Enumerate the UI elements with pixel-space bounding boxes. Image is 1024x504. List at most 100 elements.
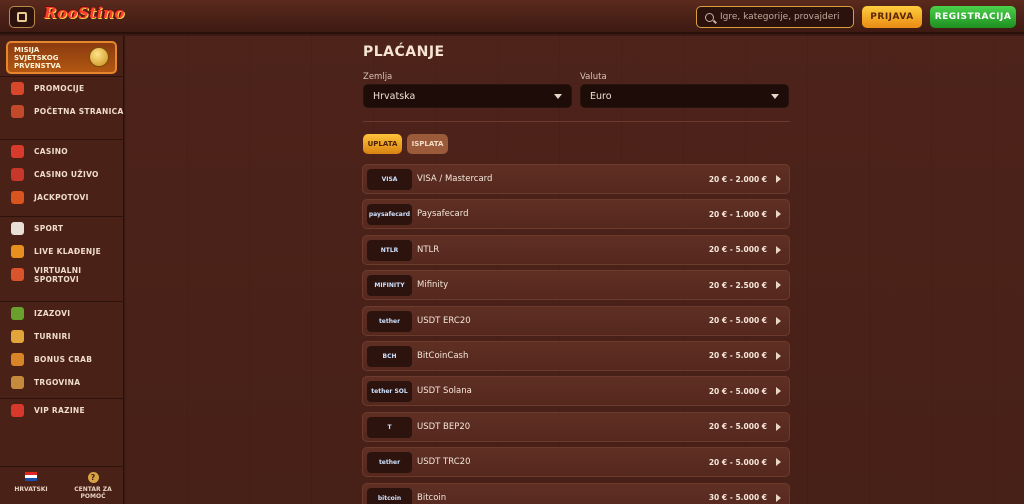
payment-method-name: USDT TRC20 <box>417 457 471 468</box>
sidebar-item[interactable]: LIVE KLAĐENJE <box>0 240 124 263</box>
payment-method-list: VISA VISA / Mastercard 20 € - 2.000 € paysa… <box>362 164 790 504</box>
sidebar-group: PROMOCIJE POČETNA STRANICA <box>0 76 124 123</box>
sidebar-item-icon <box>11 376 24 389</box>
medal-icon <box>89 47 109 67</box>
tab-deposit[interactable]: UPLATA <box>363 134 402 154</box>
sidebar-item[interactable]: TURNIRI <box>0 325 124 348</box>
payment-logo: BCH <box>367 345 412 367</box>
sidebar-item[interactable]: POČETNA STRANICA <box>0 100 124 123</box>
sidebar-item-icon <box>11 222 24 235</box>
payment-limit-range: 20 € - 5.000 € <box>708 245 767 255</box>
payment-limit-range: 20 € - 5.000 € <box>708 457 767 467</box>
payment-logo: T <box>367 416 412 438</box>
payment-method-row[interactable]: BCH BitCoinCash 20 € - 5.000 € <box>362 340 790 371</box>
payment-method-row[interactable]: bitcoin Bitcoin 30 € - 5.000 € <box>362 482 790 504</box>
payment-method-row[interactable]: MIFINITY Mifinity 20 € - 2.500 € <box>362 270 790 301</box>
chevron-right-icon <box>776 422 781 431</box>
payment-method-row[interactable]: NTLR NTLR 20 € - 5.000 € <box>362 234 790 265</box>
sidebar-item[interactable]: SPORT <box>0 217 124 240</box>
menu-toggle-button[interactable] <box>9 6 35 28</box>
sidebar-item-label: VIRTUALNI SPORTOVI <box>34 265 82 284</box>
mission-banner[interactable]: MISIJA SVJETSKOG PRVENSTVA <box>6 41 117 74</box>
payment-method-row[interactable]: tether USDT TRC20 20 € - 5.000 € <box>362 447 790 478</box>
payment-logo: tether <box>367 452 412 474</box>
sidebar-item-icon <box>11 105 24 118</box>
sidebar-item-label: TRGOVINA <box>34 378 81 387</box>
sidebar-item-label: TURNIRI <box>34 332 71 341</box>
sidebar-item[interactable]: CASINO UŽIVO <box>0 163 124 186</box>
sidebar-group: SPORT LIVE KLAĐENJE VIRTUALNI SPORTOVI <box>0 216 124 286</box>
payment-logo: tether SOL <box>367 381 412 403</box>
chevron-right-icon <box>776 387 781 396</box>
payment-method-name: USDT Solana <box>417 386 472 397</box>
sidebar: MISIJA SVJETSKOG PRVENSTVA PROMOCIJE POČE… <box>0 36 124 504</box>
payment-logo: tether <box>367 310 412 332</box>
search-icon <box>705 12 714 22</box>
sidebar-item[interactable]: VIRTUALNI SPORTOVI <box>0 263 124 286</box>
sidebar-item-label: SPORT <box>34 224 64 233</box>
search-box[interactable] <box>696 6 854 28</box>
sidebar-item-label: CASINO UŽIVO <box>34 170 99 179</box>
sidebar-item-label: PROMOCIJE <box>34 84 85 93</box>
sidebar-item-icon <box>11 245 24 258</box>
sidebar-item-icon <box>11 404 24 417</box>
chevron-right-icon <box>776 458 781 467</box>
payment-logo: VISA <box>367 169 412 190</box>
payment-method-name: VISA / Mastercard <box>417 174 493 184</box>
currency-label: Valuta <box>580 72 607 82</box>
sidebar-item-icon <box>11 268 24 281</box>
sidebar-footer: HRVATSKI ? CENTAR ZA POMOĆ <box>0 466 124 504</box>
login-button[interactable]: PRIJAVA <box>862 6 922 28</box>
language-selector[interactable]: HRVATSKI <box>0 467 62 504</box>
payment-logo: NTLR <box>367 239 412 261</box>
payment-method-name: Bitcoin <box>417 492 447 503</box>
sidebar-item[interactable]: TRGOVINA <box>0 371 124 394</box>
sidebar-item[interactable]: BONUS CRAB <box>0 348 124 371</box>
payment-limit-range: 20 € - 2.500 € <box>708 280 767 290</box>
payment-method-row[interactable]: tether SOL USDT Solana 20 € - 5.000 € <box>362 376 790 407</box>
payment-logo: MIFINITY <box>367 275 412 297</box>
sidebar-icon <box>17 12 27 22</box>
sidebar-item-icon <box>11 307 24 320</box>
sidebar-item[interactable]: JACKPOTOVI <box>0 186 124 209</box>
sidebar-item-label: VIP RAZINE <box>34 406 85 415</box>
payment-method-row[interactable]: T USDT BEP20 20 € - 5.000 € <box>362 411 790 442</box>
register-button[interactable]: REGISTRACIJA <box>930 6 1016 28</box>
sidebar-item-label: IZAZOVI <box>34 309 71 318</box>
payment-method-row[interactable]: paysafecard Paysafecard 20 € - 1.000 € <box>362 199 790 230</box>
chevron-right-icon <box>776 351 781 360</box>
tab-withdraw[interactable]: ISPLATA <box>407 134 448 154</box>
sidebar-item[interactable]: PROMOCIJE <box>0 77 124 100</box>
payment-method-name: Mifinity <box>417 280 449 291</box>
chevron-right-icon <box>776 175 781 183</box>
country-select[interactable]: Hrvatska <box>363 84 572 108</box>
search-input[interactable] <box>720 12 850 22</box>
sidebar-item-icon <box>11 353 24 366</box>
payment-method-row[interactable]: VISA VISA / Mastercard 20 € - 2.000 € <box>362 164 790 194</box>
croatia-flag-icon <box>25 472 37 481</box>
chevron-down-icon <box>771 94 779 99</box>
sidebar-item-label: BONUS CRAB <box>34 355 93 364</box>
sidebar-item-icon <box>11 168 24 181</box>
sidebar-item[interactable]: CASINO <box>0 140 124 163</box>
sidebar-item[interactable]: VIP RAZINE <box>0 399 124 422</box>
sidebar-item-label: POČETNA STRANICA <box>34 107 124 116</box>
help-icon: ? <box>87 472 99 483</box>
currency-select[interactable]: Euro <box>580 84 789 108</box>
payment-logo: paysafecard <box>367 204 412 226</box>
payment-method-name: BitCoinCash <box>417 350 469 361</box>
payment-limit-range: 20 € - 2.000 € <box>708 174 767 184</box>
sidebar-item-label: CASINO <box>34 147 68 156</box>
sidebar-item-label: LIVE KLAĐENJE <box>34 247 102 256</box>
sidebar-group: VIP RAZINE <box>0 398 124 422</box>
country-label: Zemlja <box>363 72 393 82</box>
payment-limit-range: 20 € - 5.000 € <box>708 316 767 326</box>
sidebar-item-icon <box>11 191 24 204</box>
sidebar-item[interactable]: IZAZOVI <box>0 302 124 325</box>
payment-method-row[interactable]: tether USDT ERC20 20 € - 5.000 € <box>362 305 790 336</box>
top-header: RooStino PRIJAVA REGISTRACIJA <box>0 0 1024 34</box>
help-center-link[interactable]: ? CENTAR ZA POMOĆ <box>62 467 124 504</box>
site-logo[interactable]: RooStino <box>44 4 124 30</box>
sidebar-item-label: JACKPOTOVI <box>34 193 89 202</box>
sidebar-item-icon <box>11 82 24 95</box>
